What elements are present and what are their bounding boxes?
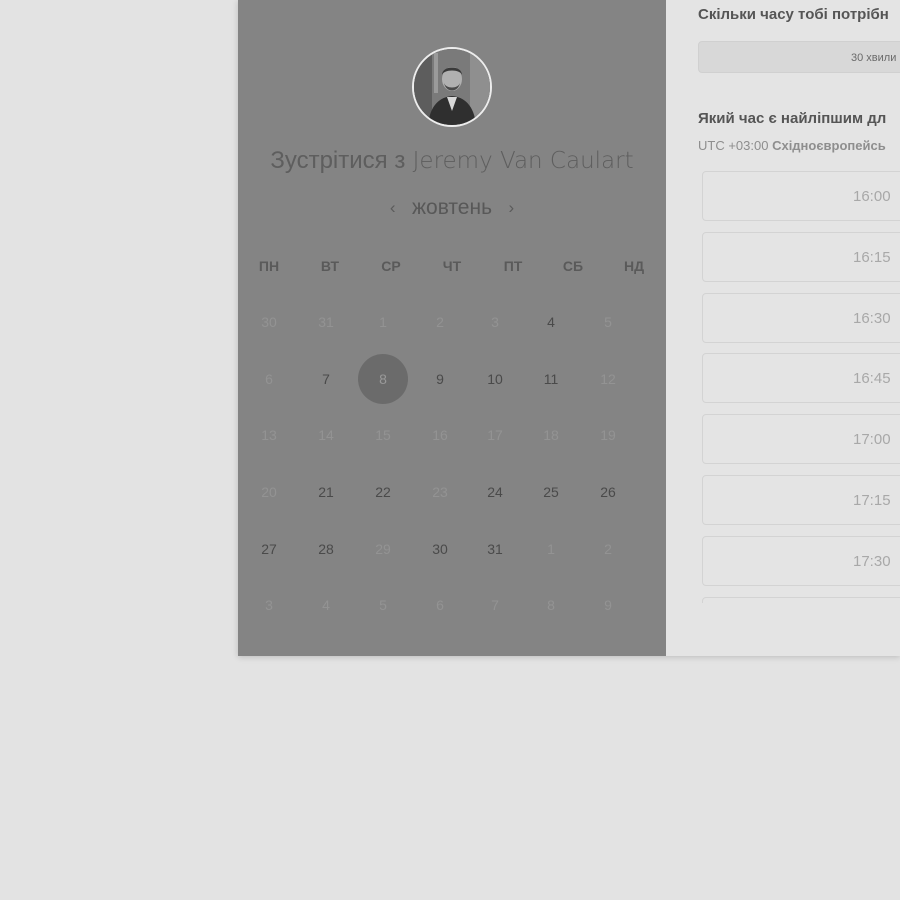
calendar-day[interactable]: 28	[301, 524, 351, 574]
month-navigation: ‹ жовтень ›	[238, 196, 666, 220]
calendar-day: 4	[322, 597, 330, 613]
calendar-day[interactable]: 22	[358, 467, 408, 517]
calendar-day: 30	[261, 314, 277, 330]
time-slot-list[interactable]: 16:00 16:15 16:30 16:45 17:00 17:15 17:30	[702, 171, 900, 603]
calendar-day: 23	[432, 484, 448, 500]
calendar-day-selected[interactable]: 8	[358, 354, 408, 404]
duration-question: Скільки часу тобі потрібн	[698, 6, 889, 23]
calendar-panel: Зустрітися з Jeremy Van Caulart ‹ жовтен…	[238, 0, 666, 656]
chevron-left-icon[interactable]: ‹	[382, 198, 404, 218]
calendar-day: 3	[265, 597, 273, 613]
time-slot-button[interactable]: 17:15	[702, 475, 900, 525]
calendar-day: 12	[600, 371, 616, 387]
booking-panel: Скільки часу тобі потрібн 30 хвили Який …	[666, 0, 900, 656]
calendar-day: 1	[379, 314, 387, 330]
calendar-day: 20	[261, 484, 277, 500]
meeting-title-prefix: Зустрітися з	[270, 147, 406, 174]
calendar-day[interactable]: 7	[301, 354, 351, 404]
weekday-label: НД	[623, 258, 645, 274]
weekday-label: ВТ	[320, 258, 340, 274]
time-question: Який час є найліпшим дл	[698, 110, 887, 127]
calendar-day: 9	[604, 597, 612, 613]
calendar-day: 6	[436, 597, 444, 613]
calendar-day: 3	[491, 314, 499, 330]
calendar-day: 14	[318, 427, 334, 443]
weekday-header: ПН ВТ СР ЧТ ПТ СБ НД	[238, 258, 666, 278]
calendar-day: 29	[375, 541, 391, 557]
calendar-day: 16	[432, 427, 448, 443]
calendar-day[interactable]: 31	[470, 524, 520, 574]
avatar	[412, 47, 492, 127]
meeting-title: Зустрітися з Jeremy Van Caulart	[238, 147, 666, 175]
timezone-offset: UTC +03:00	[698, 138, 769, 153]
time-slot-button[interactable]: 16:30	[702, 292, 900, 343]
calendar-day: 8	[547, 597, 555, 613]
calendar-day[interactable]: 24	[470, 467, 520, 517]
calendar-day: 6	[265, 371, 273, 387]
calendar-day[interactable]: 10	[470, 354, 520, 404]
calendar-day: 1	[547, 541, 555, 557]
time-slot-button[interactable]: 16:00	[702, 171, 900, 221]
weekday-label: СБ	[562, 258, 584, 274]
weekday-label: СР	[381, 258, 401, 274]
timezone-name: Східноєвропейсь	[772, 138, 886, 153]
calendar-day: 19	[600, 427, 616, 443]
weekday-label: ПН	[258, 258, 280, 274]
calendar-day[interactable]: 21	[301, 467, 351, 517]
calendar-day: 2	[436, 314, 444, 330]
host-name: Jeremy Van Caulart	[412, 148, 634, 174]
calendar-day: 13	[261, 427, 277, 443]
calendar-day: 17	[487, 427, 503, 443]
time-slot-button[interactable]: 16:45	[702, 353, 900, 404]
calendar-day: 5	[604, 314, 612, 330]
calendar-day[interactable]: 9	[415, 354, 465, 404]
host-portrait-photo	[414, 49, 490, 125]
calendar-day[interactable]: 26	[583, 467, 633, 517]
chevron-right-icon[interactable]: ›	[500, 198, 522, 218]
time-slot-button[interactable]	[702, 596, 900, 603]
calendar-day: 15	[375, 427, 391, 443]
calendar-day: 7	[491, 597, 499, 613]
calendar-day: 5	[379, 597, 387, 613]
scheduling-widget: Зустрітися з Jeremy Van Caulart ‹ жовтен…	[238, 0, 900, 656]
calendar-day[interactable]: 25	[526, 467, 576, 517]
calendar-day[interactable]: 27	[244, 524, 294, 574]
time-slot-button[interactable]: 17:30	[702, 535, 900, 586]
calendar-day: 18	[543, 427, 559, 443]
current-month: жовтень	[411, 196, 493, 219]
calendar-day[interactable]: 30	[415, 524, 465, 574]
weekday-label: ЧТ	[442, 258, 462, 274]
calendar-day: 31	[318, 314, 334, 330]
duration-option-button[interactable]: 30 хвили	[698, 41, 900, 73]
timezone-label[interactable]: UTC +03:00 Східноєвропейсь	[698, 138, 886, 153]
weekday-label: ПТ	[503, 258, 523, 274]
time-slot-button[interactable]: 17:00	[702, 414, 900, 465]
calendar-day[interactable]: 4	[526, 297, 576, 347]
time-slot-button[interactable]: 16:15	[702, 231, 900, 282]
calendar-day[interactable]: 11	[526, 354, 576, 404]
calendar-day: 2	[604, 541, 612, 557]
